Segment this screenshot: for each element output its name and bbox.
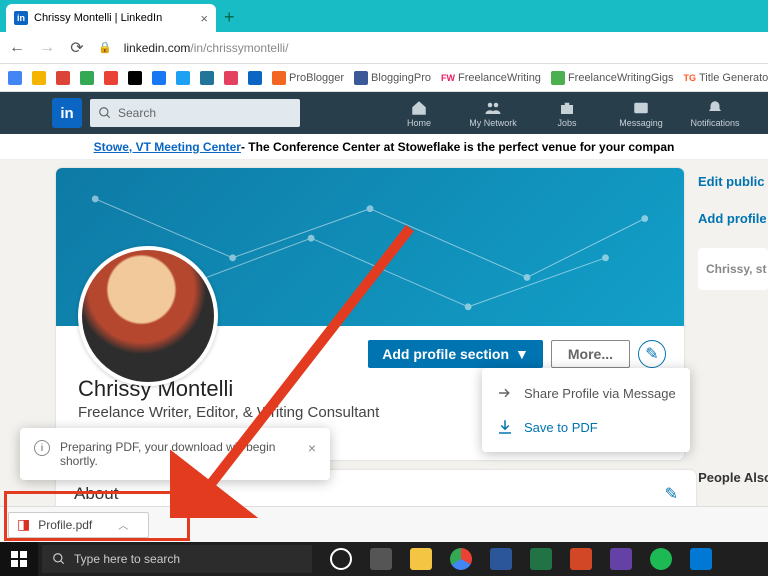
task-word[interactable] xyxy=(482,542,520,576)
side-placeholder-card: Chrissy, st xyxy=(698,248,768,290)
linkedin-navbar: in Search Home My Network Jobs Messaging… xyxy=(0,92,768,134)
windows-icon xyxy=(11,551,27,567)
download-bar: ◨ Profile.pdf ︿ xyxy=(0,506,768,542)
task-app[interactable] xyxy=(602,542,640,576)
people-also-heading: People Also xyxy=(698,470,768,485)
bookmark-item[interactable]: FW FreelanceWriting xyxy=(441,72,541,84)
task-excel[interactable] xyxy=(522,542,560,576)
pdf-preparing-toast: i Preparing PDF, your download will begi… xyxy=(20,428,330,480)
edit-about-icon[interactable]: ✎ xyxy=(665,484,678,504)
nav-messaging[interactable]: Messaging xyxy=(608,99,674,128)
add-profile-link[interactable]: Add profile xyxy=(698,211,768,226)
bookmark-item[interactable] xyxy=(56,71,70,85)
chevron-down-icon: ▼ xyxy=(515,346,529,362)
bookmark-item[interactable] xyxy=(104,71,118,85)
bookmark-item[interactable] xyxy=(128,71,142,85)
new-tab-button[interactable]: + xyxy=(224,7,235,28)
bookmark-item[interactable]: TG Title Generator xyxy=(684,72,768,84)
task-taskview[interactable] xyxy=(362,542,400,576)
bookmark-item[interactable]: BloggingPro xyxy=(354,71,431,85)
bookmark-item[interactable] xyxy=(152,71,166,85)
back-button[interactable]: ← xyxy=(8,39,26,57)
more-dropdown-menu: Share Profile via Message Save to PDF xyxy=(482,368,690,452)
about-heading: About xyxy=(74,484,118,504)
reload-button[interactable]: ⟳ xyxy=(68,38,86,58)
nav-jobs[interactable]: Jobs xyxy=(534,99,600,128)
promo-banner: Stowe, VT Meeting Center - The Conferenc… xyxy=(0,134,768,160)
task-explorer[interactable] xyxy=(402,542,440,576)
linkedin-search[interactable]: Search xyxy=(90,99,300,127)
search-icon xyxy=(98,106,112,120)
linkedin-favicon: in xyxy=(14,11,28,25)
bookmark-item[interactable] xyxy=(32,71,46,85)
close-tab-icon[interactable]: × xyxy=(200,11,208,26)
promo-text: - The Conference Center at Stoweflake is… xyxy=(241,140,674,154)
download-icon xyxy=(496,418,514,436)
start-button[interactable] xyxy=(0,542,38,576)
bookmark-item[interactable] xyxy=(80,71,94,85)
profile-avatar[interactable] xyxy=(78,246,218,386)
task-spotify[interactable] xyxy=(642,542,680,576)
side-column: Edit public Add profile Chrissy, st xyxy=(698,168,768,460)
edit-profile-icon[interactable]: ✎ xyxy=(638,340,666,368)
edit-public-link[interactable]: Edit public xyxy=(698,174,768,189)
bookmark-item[interactable] xyxy=(8,71,22,85)
bookmark-item[interactable] xyxy=(176,71,190,85)
nav-notifications[interactable]: Notifications xyxy=(682,99,748,128)
linkedin-logo[interactable]: in xyxy=(52,98,82,128)
tab-title: Chrissy Montelli | LinkedIn xyxy=(34,12,162,24)
bookmark-item[interactable] xyxy=(200,71,214,85)
task-powerpoint[interactable] xyxy=(562,542,600,576)
bookmark-item[interactable]: ProBlogger xyxy=(272,71,344,85)
windows-taskbar: Type here to search xyxy=(0,542,768,576)
url-field[interactable]: linkedin.com/in/chrissymontelli/ xyxy=(124,41,289,55)
bookmark-item[interactable]: FreelanceWritingGigs xyxy=(551,71,674,85)
share-profile-item[interactable]: Share Profile via Message xyxy=(482,376,690,410)
browser-tab[interactable]: in Chrissy Montelli | LinkedIn × xyxy=(6,4,216,32)
task-chrome[interactable] xyxy=(442,542,480,576)
taskbar-search[interactable]: Type here to search xyxy=(42,545,312,573)
info-icon: i xyxy=(34,440,50,456)
nav-network[interactable]: My Network xyxy=(460,99,526,128)
bookmark-item[interactable] xyxy=(248,71,262,85)
more-button[interactable]: More... xyxy=(551,340,630,368)
toast-message: Preparing PDF, your download will begin … xyxy=(60,440,298,468)
task-app2[interactable] xyxy=(682,542,720,576)
lock-icon: 🔒 xyxy=(98,41,112,54)
profile-headline: Freelance Writer, Editor, & Writing Cons… xyxy=(78,404,506,421)
search-icon xyxy=(52,552,66,566)
bookmarks-bar: ProBlogger BloggingPro FW FreelanceWriti… xyxy=(0,64,768,92)
task-cortana[interactable] xyxy=(322,542,360,576)
add-profile-section-button[interactable]: Add profile section ▼ xyxy=(368,340,543,368)
download-chip[interactable]: ◨ Profile.pdf ︿ xyxy=(8,512,149,538)
save-to-pdf-item[interactable]: Save to PDF xyxy=(482,410,690,444)
pdf-file-icon: ◨ xyxy=(17,516,30,533)
chevron-up-icon[interactable]: ︿ xyxy=(118,517,128,532)
download-filename: Profile.pdf xyxy=(38,518,92,532)
nav-home[interactable]: Home xyxy=(386,99,452,128)
forward-button[interactable]: → xyxy=(38,39,56,57)
address-bar-row: ← → ⟳ 🔒 linkedin.com/in/chrissymontelli/ xyxy=(0,32,768,64)
promo-link[interactable]: Stowe, VT Meeting Center xyxy=(94,140,241,154)
share-icon xyxy=(496,384,514,402)
browser-tab-strip: in Chrissy Montelli | LinkedIn × + xyxy=(0,0,768,32)
profile-card: Add profile section ▼ More... ✎ Chrissy … xyxy=(56,168,684,460)
bookmark-item[interactable] xyxy=(224,71,238,85)
close-toast-icon[interactable]: × xyxy=(308,440,316,468)
